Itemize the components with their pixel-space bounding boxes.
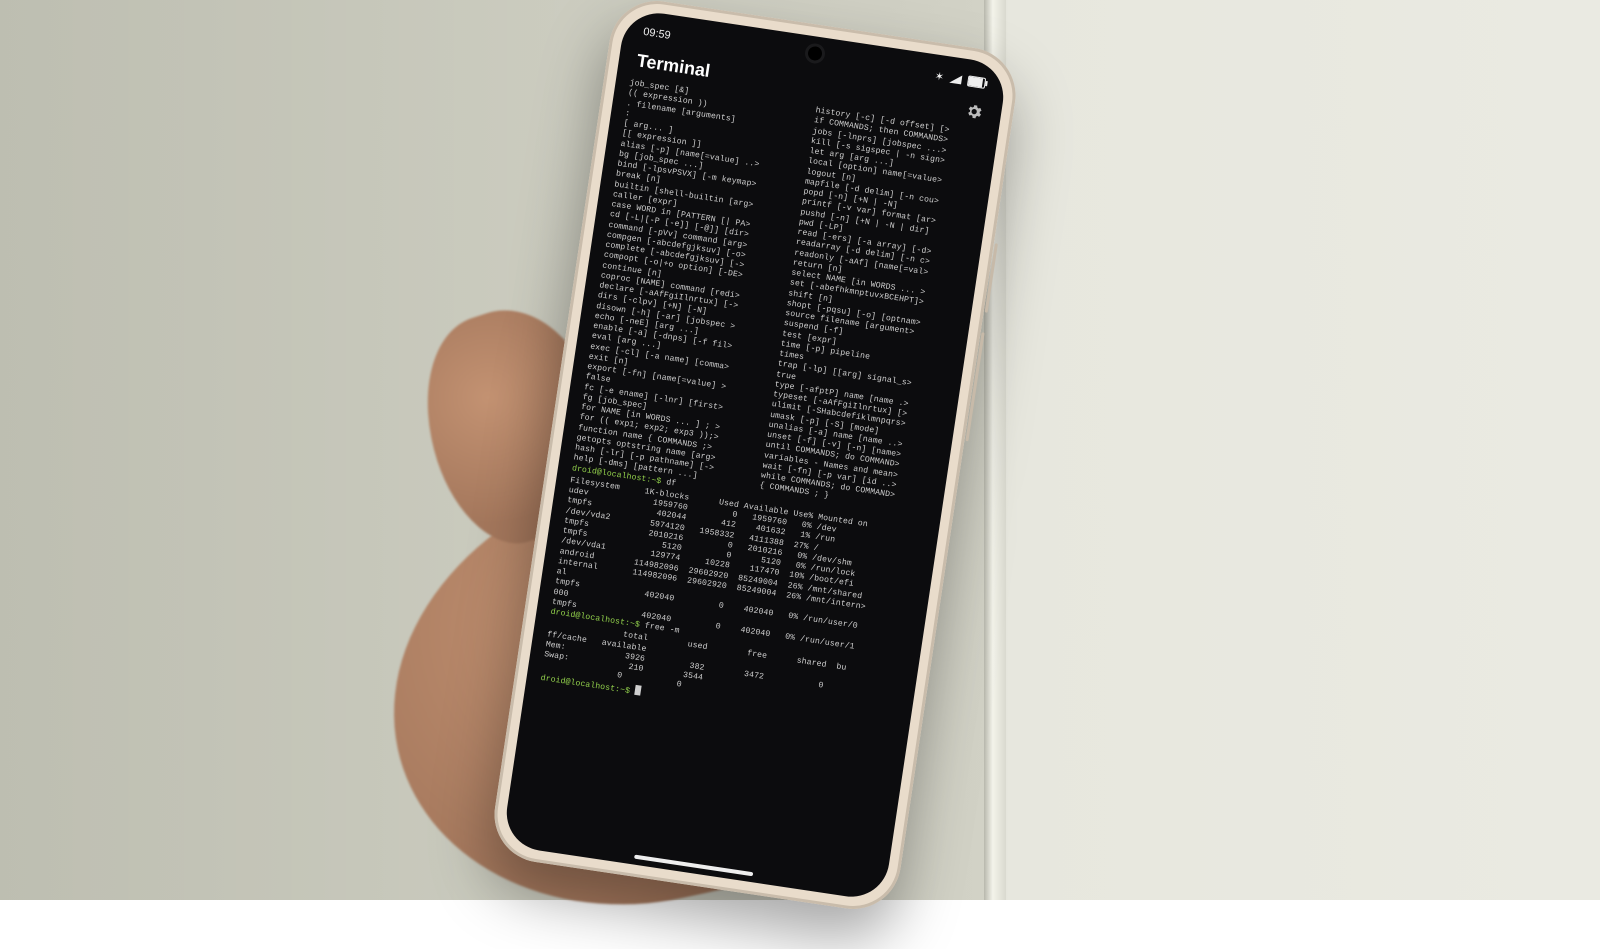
wifi-icon: ✶: [934, 69, 945, 83]
help-col-right: history [-c] [-d offset] [> if COMMANDS;…: [759, 106, 985, 516]
help-col-left: job_spec [&] (( expression )) . filename…: [573, 78, 799, 488]
battery-icon: [967, 75, 986, 89]
signal-icon: [949, 73, 962, 84]
cursor: [635, 684, 642, 695]
app-title: Terminal: [635, 50, 711, 82]
settings-icon[interactable]: [964, 101, 984, 121]
bash-help-columns: job_spec [&] (( expression )) . filename…: [573, 78, 985, 516]
terminal-output[interactable]: job_spec [&] (( expression )) . filename…: [525, 76, 998, 746]
clock: 09:59: [642, 26, 671, 42]
gesture-bar[interactable]: [634, 855, 753, 877]
